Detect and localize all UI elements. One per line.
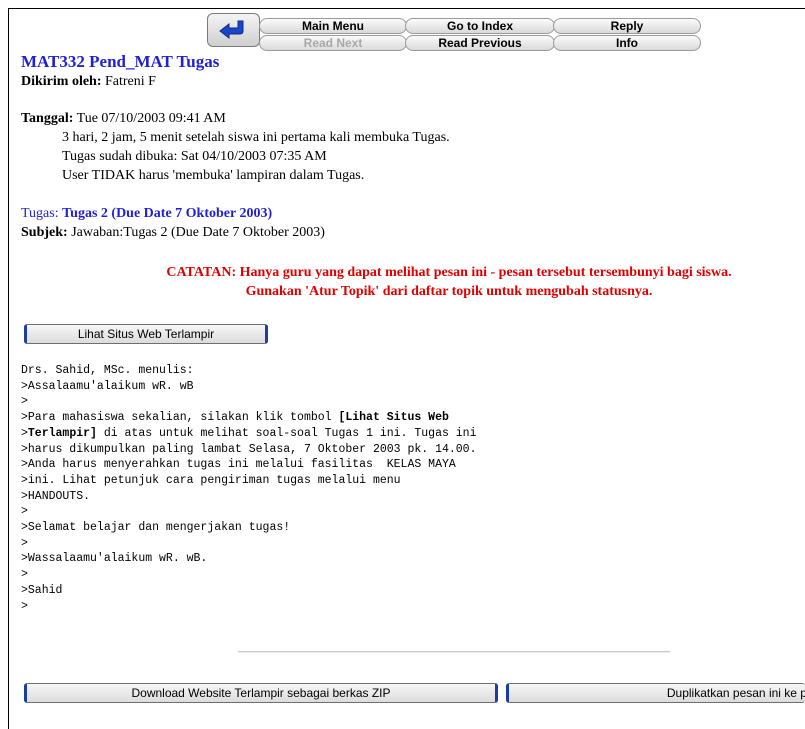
go-to-index-button[interactable]: Go to Index [405,18,555,34]
task-link[interactable]: Tugas 2 (Due Date 7 Oktober 2003) [62,206,272,221]
message-line: >Anda harus menyerahkan tugas ini melalu… [21,458,456,472]
divider [238,651,670,653]
page-title: MAT332 Pend_MAT Tugas [21,52,220,71]
message-line: > [21,426,28,440]
download-zip-button[interactable]: Download Website Terlampir sebagai berka… [24,683,498,703]
duplicate-to-clipboard-button[interactable]: Duplikatkan pesan ini ke papan klip [506,683,805,703]
message-line: >ini. Lihat petunjuk cara pengiriman tug… [21,473,401,487]
read-next-button[interactable]: Read Next [259,35,407,51]
message-line: > [21,505,28,519]
message-line: >Para mahasiswa sekalian, silakan klik t… [21,411,339,425]
message-line: > [21,599,28,613]
message-line: Drs. Sahid, MSc. menulis: [21,364,194,377]
duplicate-button-label: Duplikatkan pesan ini ke papan klip [666,686,805,700]
subject-label: Subjek: [21,225,68,240]
info-button[interactable]: Info [553,35,701,51]
message-bold-text: [Lihat Situs Web [338,411,449,425]
date-line: Tanggal: Tue 07/10/2003 09:41 AM [21,111,226,127]
message-line: >Selamat belajar dan mengerjakan tugas! [21,521,291,535]
subject-line: Subjek: Jawaban:Tugas 2 (Due Date 7 Okto… [21,225,325,241]
teacher-note-line2: Gunakan 'Atur Topik' dari daftar topik u… [245,284,653,299]
task-line: Tugas: Tugas 2 (Due Date 7 Oktober 2003) [21,206,272,222]
view-attached-site-button[interactable]: Lihat Situs Web Terlampir [24,324,268,344]
subject-value: Jawaban:Tugas 2 (Due Date 7 Oktober 2003… [71,225,325,240]
reply-button[interactable]: Reply [553,18,701,34]
message-line: >Sahid [21,583,63,597]
message-line: > [21,568,28,582]
message-line: > [21,395,28,409]
return-arrow-icon [218,20,243,40]
message-line: >HANDOUTS. [21,489,91,503]
elapsed-time-text: 3 hari, 2 jam, 5 menit setelah siswa ini… [62,130,450,145]
date-value: Tue 07/10/2003 09:41 AM [76,111,226,126]
message-bold-text: Terlampir] [27,426,97,440]
message-line: >Assalaamu'alaikum wR. wB [21,379,194,393]
message-body: Drs. Sahid, MSc. menulis: >Assalaamu'ala… [21,363,476,614]
back-button[interactable] [207,13,260,47]
message-line: > [21,536,28,550]
read-previous-button[interactable]: Read Previous [405,35,555,51]
sender-value: Fatreni F [105,74,156,89]
date-label: Tanggal: [21,111,74,126]
main-menu-button[interactable]: Main Menu [259,18,407,34]
sender-line: Dikirim oleh: Fatreni F [21,74,156,90]
attachment-note-text: User TIDAK harus 'membuka' lampiran dala… [62,168,365,183]
message-line: >harus dikumpulkan paling lambat Selasa,… [21,442,477,456]
opened-date-text: Tugas sudah dibuka: Sat 04/10/2003 07:35… [62,149,327,164]
message-line: di atas untuk melihat soal-soal Tugas 1 … [96,426,477,440]
teacher-note-line1: CATATAN: Hanya guru yang dapat melihat p… [166,265,732,280]
task-label: Tugas: [21,206,59,221]
message-line: >Wassalaamu'alaikum wR. wB. [21,552,208,566]
sender-label: Dikirim oleh: [21,74,102,89]
